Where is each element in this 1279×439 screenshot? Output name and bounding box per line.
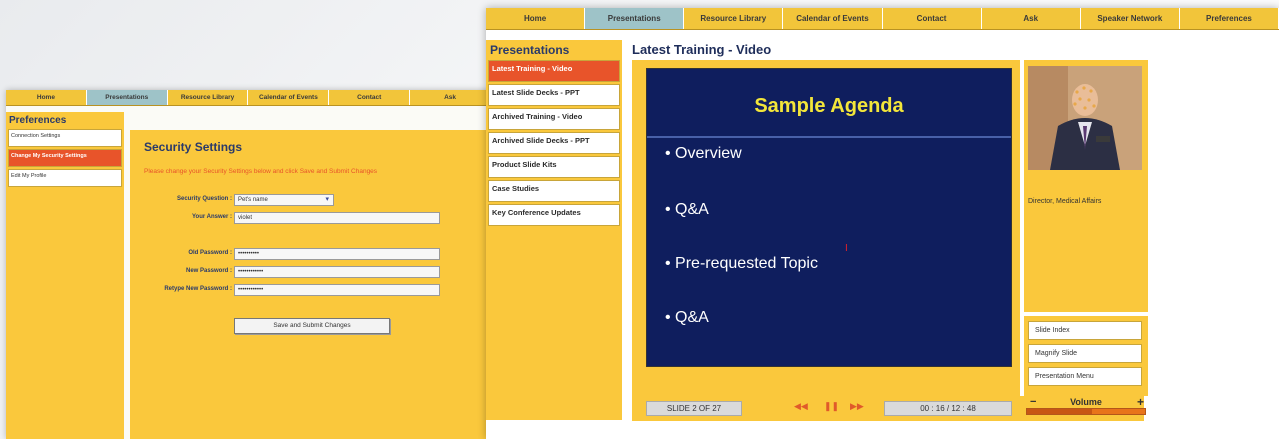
slide-title: Sample Agenda: [754, 95, 904, 117]
previous-icon[interactable]: ◀◀: [794, 401, 808, 412]
slide-bullet: • Overview: [665, 145, 742, 162]
slide-viewer[interactable]: Sample Agenda • Overview • Q&A • Pre-req…: [646, 68, 1012, 367]
security-question-label: Security Question :: [176, 196, 232, 202]
page-title: Security Settings: [144, 140, 243, 154]
nav-tab-presentations[interactable]: Presentations: [585, 8, 685, 29]
top-nav: Home Presentations Resource Library Cale…: [6, 90, 491, 106]
nav-tab-ask[interactable]: Ask: [410, 90, 491, 105]
old-password-label: Old Password :: [188, 250, 232, 256]
save-submit-button[interactable]: Save and Submit Changes: [234, 318, 390, 334]
presentation-menu-button[interactable]: Presentation Menu: [1028, 367, 1142, 386]
volume-level: [1027, 409, 1092, 414]
slide-bullet: • Q&A: [665, 309, 709, 326]
retype-password-label: Retype New Password :: [164, 286, 232, 292]
top-nav: Home Presentations Resource Library Cale…: [486, 8, 1279, 30]
nav-tab-speaker-network[interactable]: Speaker Network: [1081, 8, 1180, 29]
new-password-input[interactable]: ••••••••••••: [234, 266, 440, 278]
preferences-sidebar: Preferences Connection Settings Change M…: [6, 112, 124, 439]
pause-icon[interactable]: ❚❚: [824, 401, 839, 412]
old-password-input[interactable]: ••••••••••: [234, 248, 440, 260]
volume-control: − Volume +: [1024, 395, 1148, 421]
magnify-slide-button[interactable]: Magnify Slide: [1028, 344, 1142, 363]
sidebar-title: Presentations: [490, 43, 570, 57]
presentations-sidebar: Presentations Latest Training - Video La…: [486, 40, 622, 420]
presentations-window: Home Presentations Resource Library Cale…: [486, 8, 1279, 439]
slide-panel: Sample Agenda • Overview • Q&A • Pre-req…: [632, 60, 1020, 396]
speaker-panel: Director, Medical Affairs: [1024, 60, 1148, 312]
sidebar-item-latest-slide-decks[interactable]: Latest Slide Decks - PPT: [488, 84, 620, 106]
sidebar-item-case-studies[interactable]: Case Studies: [488, 180, 620, 202]
nav-tab-calendar[interactable]: Calendar of Events: [248, 90, 330, 105]
answer-label: Your Answer :: [191, 214, 232, 220]
slide-bullet: • Q&A: [665, 201, 709, 218]
nav-tab-calendar[interactable]: Calendar of Events: [783, 8, 883, 29]
sidebar-item-change-security[interactable]: Change My Security Settings: [8, 149, 122, 167]
slide-counter: SLIDE 2 OF 27: [646, 401, 742, 416]
retype-password-input[interactable]: ••••••••••••: [234, 284, 440, 296]
instruction-text: Please change your Security Settings bel…: [144, 168, 378, 175]
volume-slider[interactable]: [1026, 408, 1146, 415]
nav-tab-contact[interactable]: Contact: [329, 90, 411, 105]
nav-tab-contact[interactable]: Contact: [883, 8, 982, 29]
nav-tab-resource-library[interactable]: Resource Library: [684, 8, 784, 29]
security-question-value: Pet's name: [238, 197, 268, 203]
nav-tab-preferences[interactable]: Preferences: [1180, 8, 1279, 29]
security-settings-window: Home Presentations Resource Library Cale…: [6, 90, 491, 439]
presentation-options: Slide Index Magnify Slide Presentation M…: [1024, 316, 1148, 396]
nav-tab-ask[interactable]: Ask: [982, 8, 1081, 29]
nav-tab-home[interactable]: Home: [486, 8, 586, 29]
page-title: Latest Training - Video: [632, 42, 772, 57]
nav-tab-resource-library[interactable]: Resource Library: [168, 90, 249, 105]
security-question-select[interactable]: Pet's name ▾: [234, 194, 334, 206]
new-password-label: New Password :: [185, 268, 232, 274]
sidebar-item-key-conference-updates[interactable]: Key Conference Updates: [488, 204, 620, 226]
slide-bullet: • Pre-requested Topic: [665, 255, 818, 272]
volume-up-icon[interactable]: +: [1137, 395, 1144, 409]
chevron-down-icon: ▾: [325, 196, 329, 203]
text-cursor-icon: I: [845, 243, 848, 254]
sidebar-item-edit-profile[interactable]: Edit My Profile: [8, 169, 122, 187]
answer-input[interactable]: violet: [234, 212, 440, 224]
sidebar-item-archived-training-video[interactable]: Archived Training - Video: [488, 108, 620, 130]
sidebar-item-product-slide-kits[interactable]: Product Slide Kits: [488, 156, 620, 178]
speaker-photo: [1028, 66, 1142, 170]
next-icon[interactable]: ▶▶: [850, 401, 864, 412]
nav-tab-presentations[interactable]: Presentations: [86, 90, 168, 105]
volume-label: Volume: [1070, 397, 1102, 407]
sidebar-item-latest-training-video[interactable]: Latest Training - Video: [488, 60, 620, 82]
sidebar-item-archived-slide-decks[interactable]: Archived Slide Decks - PPT: [488, 132, 620, 154]
sidebar-title: Preferences: [9, 115, 67, 126]
security-panel: Security Settings Please change your Sec…: [130, 130, 491, 439]
time-display: 00 : 16 / 12 : 48: [884, 401, 1012, 416]
sidebar-item-connection-settings[interactable]: Connection Settings: [8, 129, 122, 147]
nav-tab-home[interactable]: Home: [6, 90, 87, 105]
slide-index-button[interactable]: Slide Index: [1028, 321, 1142, 340]
speaker-role: Director, Medical Affairs: [1028, 198, 1102, 205]
